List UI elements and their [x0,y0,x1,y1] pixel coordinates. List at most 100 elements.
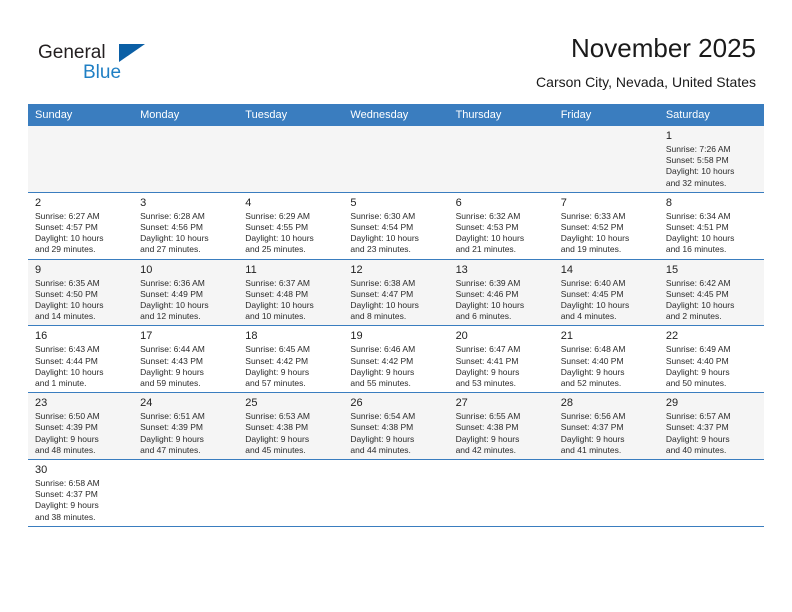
day-cell[interactable]: 17 Sunrise: 6:44 AM Sunset: 4:43 PM Dayligh… [133,325,239,394]
calendar-week-row: 30 Sunrise: 6:58 AM Sunset: 4:37 PM Dayligh… [28,459,764,527]
day-cell[interactable]: 2 Sunrise: 6:27 AM Sunset: 4:57 PM Daylight… [28,192,134,260]
sunrise-text: Sunrise: 6:27 AM [35,210,100,221]
day-cell-empty [133,126,239,193]
day-cell-inner: 15 Sunrise: 6:42 AM Sunset: 4:45 PM Dayligh… [659,260,764,326]
day-cell-inner: 28 Sunrise: 6:56 AM Sunset: 4:37 PM Dayligh… [554,393,659,459]
daylight-text-line2: and 21 minutes. [455,244,517,255]
day-cell-inner [238,126,343,192]
day-cell-inner: 10 Sunrise: 6:36 AM Sunset: 4:49 PM Dayligh… [133,260,238,326]
day-details: Sunrise: 6:42 AM Sunset: 4:45 PM Daylight:… [666,278,758,323]
day-cell[interactable]: 30 Sunrise: 6:58 AM Sunset: 4:37 PM Dayligh… [28,459,134,527]
sunrise-text: Sunrise: 6:29 AM [245,210,311,221]
day-number: 27 [455,397,468,410]
day-cell[interactable]: 25 Sunrise: 6:53 AM Sunset: 4:38 PM Dayligh… [238,392,344,461]
day-cell-inner: 14 Sunrise: 6:40 AM Sunset: 4:45 PM Dayligh… [554,260,659,326]
day-cell[interactable]: 23 Sunrise: 6:50 AM Sunset: 4:39 PM Dayligh… [28,392,134,461]
day-cell[interactable]: 9 Sunrise: 6:35 AM Sunset: 4:50 PM Daylight… [28,259,134,327]
day-cell[interactable]: 7 Sunrise: 6:33 AM Sunset: 4:52 PM Daylight… [553,192,659,260]
day-cell-inner: 23 Sunrise: 6:50 AM Sunset: 4:39 PM Dayligh… [28,393,133,459]
sunset-text: Sunset: 4:45 PM [665,288,729,299]
day-cell[interactable]: 3 Sunrise: 6:28 AM Sunset: 4:56 PM Daylight… [133,192,239,260]
daylight-text-line1: Daylight: 9 hours [245,433,310,444]
day-cell-inner: 19 Sunrise: 6:46 AM Sunset: 4:42 PM Dayligh… [343,326,448,392]
sunrise-text: Sunrise: 6:38 AM [350,277,416,288]
day-cell[interactable]: 18 Sunrise: 6:45 AM Sunset: 4:42 PM Dayligh… [238,325,344,394]
daylight-text-line2: and 23 minutes. [350,244,411,255]
day-cell[interactable]: 22 Sunrise: 6:49 AM Sunset: 4:40 PM Dayligh… [658,325,764,394]
daylight-text-line2: and 55 minutes. [350,378,411,389]
day-cell-inner [554,460,659,526]
daylight-text-line2: and 4 minutes. [560,311,617,322]
day-details: Sunrise: 6:51 AM Sunset: 4:39 PM Daylight:… [140,411,232,456]
sunrise-text: Sunrise: 6:40 AM [560,277,626,288]
daylight-text-line1: Daylight: 10 hours [245,233,314,244]
day-cell[interactable]: 16 Sunrise: 6:43 AM Sunset: 4:44 PM Dayligh… [28,325,134,394]
day-number: 6 [455,196,462,209]
day-cell-inner: 3 Sunrise: 6:28 AM Sunset: 4:56 PM Daylight… [133,193,238,259]
sunrise-text: Sunrise: 6:57 AM [665,411,731,422]
day-cell[interactable]: 10 Sunrise: 6:36 AM Sunset: 4:49 PM Dayligh… [133,259,239,327]
sunset-text: Sunset: 4:37 PM [560,422,624,433]
sunset-text: Sunset: 4:56 PM [140,222,203,233]
day-details: Sunrise: 6:45 AM Sunset: 4:42 PM Daylight:… [245,344,337,389]
day-cell[interactable]: 12 Sunrise: 6:38 AM Sunset: 4:47 PM Dayligh… [343,259,449,327]
sunrise-text: Sunrise: 6:56 AM [560,411,626,422]
daylight-text-line1: Daylight: 9 hours [140,433,204,444]
day-cell[interactable]: 14 Sunrise: 6:40 AM Sunset: 4:45 PM Dayligh… [553,259,659,327]
daylight-text-line2: and 59 minutes. [140,378,201,389]
weekday-header-friday: Friday [553,104,659,126]
daylight-text-line1: Daylight: 10 hours [35,366,104,377]
sunset-text: Sunset: 4:47 PM [350,288,414,299]
day-number: 28 [560,397,573,410]
day-details: Sunrise: 6:28 AM Sunset: 4:56 PM Daylight:… [140,211,232,256]
day-number: 15 [665,263,679,276]
day-cell-inner [133,126,238,192]
day-cell[interactable]: 26 Sunrise: 6:54 AM Sunset: 4:38 PM Dayligh… [343,392,449,461]
day-number: 19 [350,330,363,343]
weekday-header-monday: Monday [133,104,239,126]
brand-logo[interactable]: General Blue [38,42,168,88]
sunrise-text: Sunrise: 6:34 AM [665,210,731,221]
daylight-text-line2: and 50 minutes. [665,378,727,389]
day-number: 21 [560,330,573,343]
day-cell[interactable]: 20 Sunrise: 6:47 AM Sunset: 4:41 PM Dayligh… [448,325,554,394]
title-block: November 2025 Carson City, Nevada, Unite… [536,32,756,92]
day-cell[interactable]: 13 Sunrise: 6:39 AM Sunset: 4:46 PM Dayligh… [448,259,554,327]
day-cell[interactable]: 4 Sunrise: 6:29 AM Sunset: 4:55 PM Daylight… [238,192,344,260]
day-cell[interactable]: 8 Sunrise: 6:34 AM Sunset: 4:51 PM Daylight… [658,192,764,260]
day-cell-empty [133,459,239,527]
daylight-text-line2: and 57 minutes. [245,378,306,389]
day-cell-inner: 7 Sunrise: 6:33 AM Sunset: 4:52 PM Daylight… [554,193,659,259]
day-cell[interactable]: 5 Sunrise: 6:30 AM Sunset: 4:54 PM Daylight… [343,192,449,260]
day-cell[interactable]: 27 Sunrise: 6:55 AM Sunset: 4:38 PM Dayligh… [448,392,554,461]
sunrise-text: Sunrise: 6:36 AM [140,277,205,288]
day-cell[interactable]: 29 Sunrise: 6:57 AM Sunset: 4:37 PM Dayligh… [658,392,764,461]
day-cell[interactable]: 21 Sunrise: 6:48 AM Sunset: 4:40 PM Dayligh… [553,325,659,394]
day-cell[interactable]: 1 Sunrise: 7:26 AM Sunset: 5:58 PM Daylight… [658,126,764,193]
day-cell-inner: 30 Sunrise: 6:58 AM Sunset: 4:37 PM Dayligh… [28,460,133,526]
day-cell-inner: 22 Sunrise: 6:49 AM Sunset: 4:40 PM Dayligh… [659,326,764,392]
day-cell[interactable]: 15 Sunrise: 6:42 AM Sunset: 4:45 PM Dayligh… [658,259,764,327]
sunrise-text: Sunrise: 6:47 AM [455,344,521,355]
day-cell[interactable]: 24 Sunrise: 6:51 AM Sunset: 4:39 PM Dayligh… [133,392,239,461]
daylight-text-line2: and 14 minutes. [35,311,96,322]
day-number: 12 [350,263,363,276]
day-cell[interactable]: 28 Sunrise: 6:56 AM Sunset: 4:37 PM Dayligh… [553,392,659,461]
day-cell-inner: 29 Sunrise: 6:57 AM Sunset: 4:37 PM Dayligh… [659,393,764,459]
day-details: Sunrise: 6:33 AM Sunset: 4:52 PM Daylight:… [561,211,653,256]
sunrise-text: Sunrise: 6:54 AM [350,411,416,422]
sunset-text: Sunset: 4:43 PM [140,355,203,366]
day-cell[interactable]: 19 Sunrise: 6:46 AM Sunset: 4:42 PM Dayligh… [343,325,449,394]
sunset-text: Sunset: 4:38 PM [455,422,519,433]
day-cell[interactable]: 11 Sunrise: 6:37 AM Sunset: 4:48 PM Dayligh… [238,259,344,327]
sunset-text: Sunset: 4:52 PM [560,222,624,233]
sunrise-text: Sunrise: 6:58 AM [35,478,100,489]
daylight-text-line2: and 2 minutes. [665,311,722,322]
day-cell-inner: 21 Sunrise: 6:48 AM Sunset: 4:40 PM Dayligh… [554,326,659,392]
day-cell-inner: 2 Sunrise: 6:27 AM Sunset: 4:57 PM Daylight… [28,193,133,259]
daylight-text-line1: Daylight: 10 hours [665,166,735,177]
day-details: Sunrise: 6:30 AM Sunset: 4:54 PM Daylight:… [350,211,442,256]
sunrise-text: Sunrise: 6:50 AM [35,411,100,422]
day-cell[interactable]: 6 Sunrise: 6:32 AM Sunset: 4:53 PM Daylight… [448,192,554,260]
day-cell-empty [343,459,449,527]
